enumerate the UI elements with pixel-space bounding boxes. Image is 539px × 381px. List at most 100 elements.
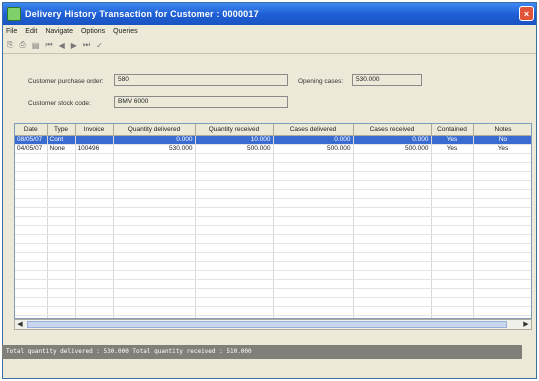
copy-icon[interactable]: ⎘ (7, 40, 13, 50)
empty-table-row[interactable] (15, 189, 531, 199)
table-cell (47, 189, 76, 199)
table-cell (473, 297, 531, 307)
table-cell (273, 270, 354, 280)
column-header-cases-received[interactable]: Cases received (353, 124, 432, 136)
column-header-quantity-delivered[interactable]: Quantity delivered (113, 124, 196, 136)
table-cell (75, 216, 114, 226)
confirm-icon[interactable]: ✓ (96, 41, 103, 50)
table-cell (353, 162, 432, 172)
column-header-date[interactable]: Date (15, 124, 48, 136)
table-cell (431, 180, 474, 190)
close-button[interactable]: × (519, 6, 534, 21)
customer-po-field[interactable]: 580 (114, 74, 288, 86)
empty-table-row[interactable] (15, 261, 531, 271)
empty-table-row[interactable] (15, 234, 531, 244)
empty-table-row[interactable] (15, 153, 531, 163)
empty-table-row[interactable] (15, 279, 531, 289)
column-header-contained[interactable]: Contained (431, 124, 474, 136)
column-header-invoice[interactable]: Invoice (75, 124, 114, 136)
scroll-right-icon[interactable]: ▶ (521, 320, 531, 329)
table-cell (15, 225, 48, 235)
menu-queries[interactable]: Queries (113, 28, 138, 35)
table-row[interactable]: 04/05/07 None 100496 530.000 500.000 500… (15, 144, 531, 154)
table-cell (473, 171, 531, 181)
table-cell (273, 252, 354, 262)
table-cell (473, 243, 531, 253)
table-cell (75, 162, 114, 172)
empty-table-row[interactable] (15, 198, 531, 208)
empty-table-row[interactable] (15, 252, 531, 262)
table-cell (47, 261, 76, 271)
horizontal-scrollbar[interactable]: ◀ ▶ (14, 319, 532, 330)
table-cell (431, 198, 474, 208)
empty-table-row[interactable] (15, 243, 531, 253)
empty-table-row[interactable] (15, 216, 531, 226)
table-cell (113, 306, 196, 316)
scrollbar-thumb[interactable] (27, 321, 507, 328)
menu-edit[interactable]: Edit (25, 28, 37, 35)
empty-table-row[interactable] (15, 270, 531, 280)
table-cell (75, 243, 114, 253)
table-cell (47, 171, 76, 181)
table-cell (273, 171, 354, 181)
table-cell (75, 252, 114, 262)
table-cell: 0.000 (273, 135, 354, 145)
table-cell (15, 261, 48, 271)
column-header-quantity-received[interactable]: Quantity received (195, 124, 274, 136)
grid-icon[interactable]: ▤ (32, 41, 40, 50)
empty-table-row[interactable] (15, 207, 531, 217)
table-cell (353, 234, 432, 244)
table-cell: Yes (473, 144, 531, 154)
column-header-cases-delivered[interactable]: Cases delivered (273, 124, 354, 136)
menu-options[interactable]: Options (81, 28, 105, 35)
empty-table-row[interactable] (15, 225, 531, 235)
table-cell (75, 288, 114, 298)
table-cell (195, 153, 274, 163)
table-cell: 04/05/07 (15, 144, 48, 154)
table-cell (353, 207, 432, 217)
table-cell (473, 189, 531, 199)
column-header-type[interactable]: Type (47, 124, 76, 136)
table-cell (113, 189, 196, 199)
first-record-icon[interactable]: ⏮ (45, 40, 52, 50)
table-cell (353, 189, 432, 199)
table-cell (273, 207, 354, 217)
table-cell (473, 153, 531, 163)
table-cell (431, 207, 474, 217)
table-cell (273, 153, 354, 163)
table-cell (113, 270, 196, 280)
table-cell (431, 225, 474, 235)
table-cell (15, 288, 48, 298)
table-cell (15, 297, 48, 307)
empty-table-row[interactable] (15, 297, 531, 307)
empty-table-row[interactable] (15, 288, 531, 298)
table-cell (195, 198, 274, 208)
empty-table-row[interactable] (15, 180, 531, 190)
table-cell (47, 207, 76, 217)
column-header-notes[interactable]: Notes (473, 124, 531, 136)
table-cell (47, 252, 76, 262)
totals-status-bar: Total quantity delivered : 530.000 Total… (2, 345, 522, 359)
scroll-left-icon[interactable]: ◀ (15, 320, 25, 329)
table-row[interactable]: 08/05/07 Cont 0.000 10.000 0.000 0.000 Y… (15, 135, 531, 145)
empty-table-row[interactable] (15, 171, 531, 181)
table-cell (75, 306, 114, 316)
table-cell (75, 135, 114, 145)
table-cell (353, 270, 432, 280)
customer-stock-label: Customer stock code: (28, 100, 91, 107)
empty-table-row[interactable] (15, 162, 531, 172)
previous-record-icon[interactable]: ◀ (59, 41, 65, 50)
print-icon[interactable]: ⎙ (19, 40, 25, 50)
table-cell (273, 198, 354, 208)
table-cell (75, 180, 114, 190)
menu-navigate[interactable]: Navigate (45, 28, 73, 35)
table-cell (195, 207, 274, 217)
menu-file[interactable]: File (6, 28, 17, 35)
table-cell (75, 270, 114, 280)
opening-cases-field[interactable]: 530.000 (352, 74, 422, 86)
next-record-icon[interactable]: ▶ (71, 41, 77, 50)
table-cell (113, 288, 196, 298)
customer-stock-field[interactable]: BMV 6000 (114, 96, 288, 108)
last-record-icon[interactable]: ⏭ (83, 40, 90, 50)
empty-table-row[interactable] (15, 306, 531, 316)
